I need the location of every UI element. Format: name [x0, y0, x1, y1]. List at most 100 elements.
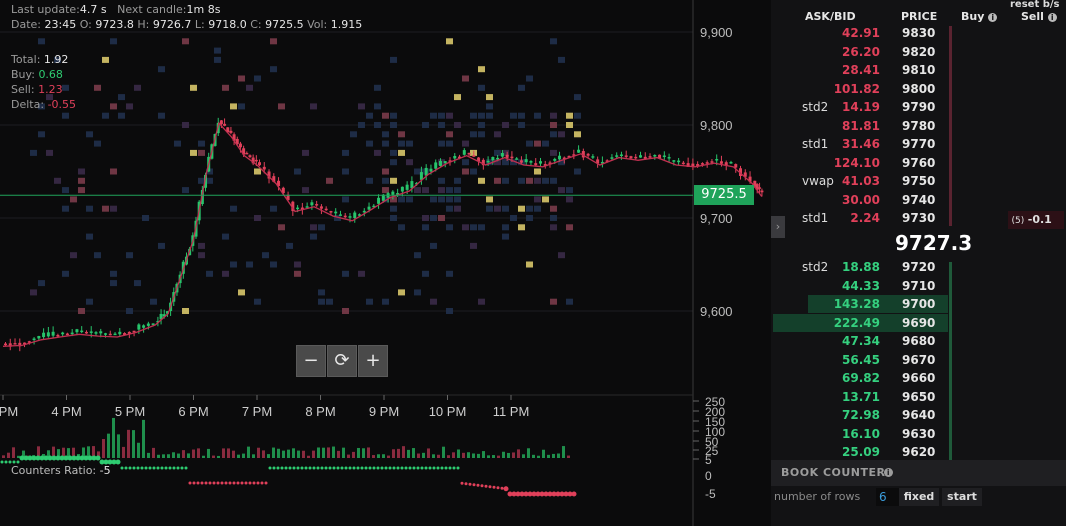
volume-bar — [502, 451, 505, 458]
ratio-dot — [428, 466, 432, 470]
candle-body — [338, 214, 342, 216]
reset-bs-button[interactable]: reset b/s — [1010, 0, 1059, 10]
ask-row[interactable]: 124.10 9760 — [771, 154, 1066, 172]
volume-bar — [322, 447, 325, 458]
bid-row[interactable]: 72.98 9640 — [771, 406, 1066, 424]
book-counter-header: BOOK COUNTER i — [771, 460, 1066, 486]
ratio-dot — [396, 466, 400, 470]
liquidity-block — [534, 205, 541, 212]
candle-body — [653, 155, 657, 157]
candle-body — [705, 162, 709, 164]
level-label: std1 — [802, 137, 829, 151]
candle-body — [305, 206, 309, 208]
bid-row[interactable]: 25.09 9620 — [771, 443, 1066, 461]
liquidity-block — [438, 196, 445, 203]
ratio-dot — [464, 482, 468, 486]
reset-zoom-button[interactable]: ⟳ — [327, 345, 357, 377]
volume-bar — [312, 450, 315, 458]
ask-row[interactable]: 26.20 9820 — [771, 43, 1066, 61]
candle-body — [104, 333, 108, 335]
volume-bar — [182, 450, 185, 458]
ask-row[interactable]: vwap 41.03 9750 — [771, 172, 1066, 190]
fixed-button[interactable]: fixed — [899, 488, 939, 506]
ask-row[interactable]: 101.82 9800 — [771, 80, 1066, 98]
bid-row[interactable]: std2 18.88 9720 — [771, 258, 1066, 276]
liquidity-block — [374, 84, 381, 91]
ask-row[interactable]: 30.00 9740 — [771, 191, 1066, 209]
liquidity-block — [254, 168, 261, 175]
bid-row[interactable]: 222.49 9690 — [771, 313, 1066, 332]
volume-bar — [142, 419, 145, 458]
ratio-dot — [372, 466, 376, 470]
liquidity-block — [118, 94, 125, 101]
volume-bar — [227, 448, 230, 458]
ratio-dot — [444, 466, 448, 470]
liquidity-block — [574, 112, 581, 119]
level-size: 124.10 — [833, 155, 880, 170]
info-icon: i — [1047, 13, 1057, 22]
liquidity-block — [238, 75, 245, 82]
candle-body — [558, 155, 562, 160]
candle-body — [108, 333, 112, 336]
rows-input[interactable]: 6 — [876, 488, 899, 506]
volume-bar — [297, 450, 300, 458]
time-tick-label: 3 PM — [0, 404, 18, 419]
volume-bar — [492, 455, 495, 458]
liquidity-block — [222, 270, 229, 277]
price-chart[interactable]: 9,900 9,800 9,700 9,600 3 PM 4 PM 5 PM 6 PM 7 PM… — [0, 0, 771, 526]
candle-body — [258, 162, 261, 166]
volume-bar — [292, 448, 295, 458]
ratio-dot — [312, 466, 316, 470]
liquidity-block — [534, 168, 541, 175]
ratio-tick-label: -5 — [705, 487, 716, 501]
volume-bar — [562, 446, 565, 458]
ohlc-line: Date: 23:45 O: 9723.8 H: 9726.7 L: 9718.… — [11, 18, 363, 31]
liquidity-block — [478, 224, 485, 231]
ratio-dot — [224, 481, 228, 485]
level-label: std2 — [802, 260, 829, 274]
ratio-dot — [160, 466, 164, 470]
level-price: 9700 — [902, 297, 936, 311]
level-size: 143.28 — [833, 297, 880, 311]
zoom-out-button[interactable]: − — [296, 345, 326, 377]
liquidity-block — [134, 84, 141, 91]
liquidity-block — [214, 56, 221, 63]
start-button[interactable]: start — [942, 488, 982, 506]
bid-row[interactable]: 47.34 9680 — [771, 332, 1066, 350]
price-header: PRICE — [901, 10, 938, 23]
ask-row[interactable]: std2 14.19 9790 — [771, 98, 1066, 116]
candle-body — [223, 123, 227, 126]
liquidity-block — [318, 298, 325, 305]
candle-body — [13, 343, 17, 345]
bid-row[interactable]: 13.71 9650 — [771, 388, 1066, 406]
volume-bar — [12, 447, 15, 458]
ratio-dot — [340, 466, 344, 470]
candle-body — [553, 158, 557, 161]
liquidity-block — [438, 215, 445, 221]
zoom-in-button[interactable]: + — [358, 345, 388, 377]
liquidity-block — [422, 224, 429, 231]
bid-row[interactable]: 143.28 9700 — [771, 295, 1066, 313]
ask-row[interactable]: 28.41 9810 — [771, 61, 1066, 79]
liquidity-block — [550, 177, 557, 184]
ask-row[interactable]: 81.81 9780 — [771, 117, 1066, 135]
ratio-dot — [404, 466, 408, 470]
bid-row[interactable]: 16.10 9630 — [771, 425, 1066, 443]
candle-body — [238, 143, 242, 148]
candle-body — [662, 155, 666, 158]
level-size: 2.24 — [850, 211, 880, 225]
ask-row[interactable]: 42.91 9830 — [771, 24, 1066, 42]
liquidity-block — [486, 205, 493, 212]
bid-row[interactable]: 44.33 9710 — [771, 277, 1066, 295]
bid-row[interactable]: 56.45 9670 — [771, 351, 1066, 369]
ask-row[interactable]: std1 31.46 9770 — [771, 135, 1066, 153]
ratio-dot — [212, 481, 216, 485]
volume-bar — [552, 453, 555, 458]
ratio-dot — [408, 466, 412, 470]
bid-row[interactable]: 69.82 9660 — [771, 369, 1066, 387]
candle-body — [443, 161, 447, 164]
ratio-dot — [144, 466, 148, 470]
volume-bar — [232, 450, 235, 458]
ratio-dot — [192, 481, 196, 485]
liquidity-block — [414, 187, 421, 194]
